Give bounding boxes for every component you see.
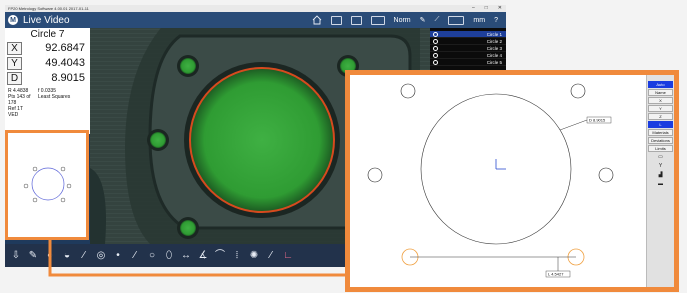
circle-icon [433, 31, 438, 37]
axis-button-y[interactable]: Y [7, 56, 22, 70]
camera-icon[interactable] [330, 15, 342, 25]
ruler-icon[interactable] [370, 15, 385, 25]
zoom-option-l-button[interactable]: L [648, 121, 673, 128]
scale-icon[interactable]: ▬ [648, 180, 673, 188]
zoom-connector-line [48, 240, 346, 277]
info-method: VED [8, 112, 19, 118]
dro-row-x: X 92.6847 [7, 41, 88, 55]
dro-value-d: 8.9015 [51, 72, 85, 84]
part-view-thumbnail[interactable] [5, 130, 89, 240]
zoom-option-deviations-button[interactable]: Deviations [648, 137, 673, 144]
axis-button-d[interactable]: D [7, 71, 22, 85]
zoom-option-x-button[interactable]: X [648, 97, 673, 104]
info-points: Pts 143 of 178 [8, 94, 31, 106]
zoom-option-materials-button[interactable]: Materials [648, 129, 673, 136]
zoomed-part-view[interactable]: D 8.9015 L 4.5427 Auto Name X Y Z L Materials D… [345, 70, 679, 292]
circle-icon [433, 52, 438, 58]
bars-icon[interactable]: ▟ [648, 171, 673, 179]
info-fit: Least Squares [38, 94, 71, 100]
os-title-bar: FP20 Metrology Software 4.00.01 2017-01-… [5, 5, 506, 12]
list-item[interactable]: Circle 4 [430, 52, 506, 59]
list-item[interactable]: Circle 2 [430, 38, 506, 45]
list-item[interactable]: Circle 5 [430, 59, 506, 66]
minimize-button[interactable]: – [472, 6, 475, 11]
feature-info: R 4.4838 f 0.0335 Pts 143 of 178 Least Squ… [8, 88, 88, 118]
maximize-button[interactable]: □ [485, 6, 488, 11]
pen-icon[interactable]: ✎ [420, 16, 426, 24]
list-item[interactable]: Circle 1 [430, 31, 506, 38]
axis-button-x[interactable]: X [7, 41, 22, 55]
probe-icon[interactable]: ✎ [27, 250, 39, 262]
zoom-option-y-button[interactable]: Y [648, 105, 673, 112]
diameter-label: D 8.9015 [589, 118, 606, 123]
dro-row-d: D 8.9015 [7, 71, 88, 85]
layout-icon[interactable] [350, 15, 362, 25]
dro-panel: Circle 7 X 92.6847 Y 49.4043 D 8.9015 R … [5, 28, 90, 134]
export-icon[interactable]: ⇩ [10, 250, 22, 262]
y-icon[interactable]: Y [648, 162, 673, 170]
zoom-drawing: D 8.9015 L 4.5427 [367, 83, 614, 278]
zoom-option-limits-button[interactable]: Limits [648, 145, 673, 152]
circle-icon [433, 45, 438, 51]
probe-icon[interactable]: ⟋ [435, 16, 440, 24]
dro-row-y: Y 49.4043 [7, 56, 88, 70]
close-button[interactable]: ✕ [498, 6, 502, 11]
zoom-side-panel: Auto Name X Y Z L Materials Deviations Limits ▭ Y ▟… [646, 75, 674, 287]
circle-icon [433, 59, 438, 65]
distance-label: L 4.5427 [548, 272, 564, 277]
display-icon[interactable] [448, 15, 465, 25]
feature-title: Circle 7 [30, 29, 65, 40]
rect-icon[interactable]: ▭ [648, 153, 673, 161]
zoom-option-z-button[interactable]: Z [648, 113, 673, 120]
main-toolbar: M Live Video Norm ✎ ⟋ mm ? [5, 12, 506, 28]
home-icon[interactable] [312, 15, 322, 25]
view-title: Live Video [23, 14, 70, 26]
os-window-title: FP20 Metrology Software 4.00.01 2017-01-… [8, 6, 89, 11]
dro-value-x: 92.6847 [45, 42, 85, 54]
list-item[interactable]: Circle 3 [430, 45, 506, 52]
help-button[interactable]: ? [494, 17, 498, 24]
zoom-option-name-button[interactable]: Name [648, 89, 673, 96]
units-label[interactable]: mm [473, 17, 485, 24]
zoom-option-auto-button[interactable]: Auto [648, 81, 673, 88]
app-logo[interactable]: M [8, 15, 18, 25]
dro-value-y: 49.4043 [45, 57, 85, 69]
circle-icon [433, 38, 438, 44]
mode-label[interactable]: Norm [394, 17, 411, 24]
thumbnail-drawing [23, 166, 72, 203]
